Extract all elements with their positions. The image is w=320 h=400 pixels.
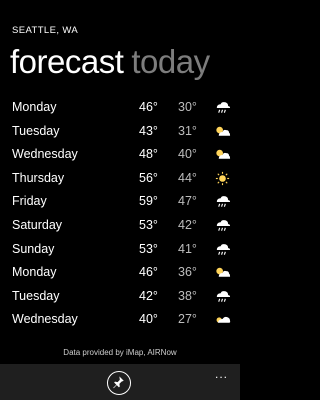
app-bar: ... (0, 364, 240, 400)
low-temp: 38° (178, 288, 197, 303)
day-label: Thursday (12, 170, 65, 185)
rain-icon (216, 243, 231, 255)
high-temp: 46° (139, 265, 158, 280)
high-temp: 42° (139, 288, 158, 303)
day-label: Tuesday (12, 123, 60, 138)
location-label: SEATTLE, WA (12, 25, 79, 36)
pivot-header: forecast today (10, 42, 210, 82)
day-label: Sunday (12, 241, 55, 256)
low-temp: 27° (178, 312, 197, 327)
low-temp: 41° (178, 241, 197, 256)
pin-button[interactable] (107, 371, 131, 395)
partly-sunny-icon (216, 149, 231, 159)
rain-icon (216, 220, 231, 231)
day-label: Saturday (12, 217, 63, 232)
day-label: Wednesday (12, 312, 78, 327)
tab-today[interactable]: today (131, 43, 210, 80)
high-temp: 48° (139, 147, 158, 162)
high-temp: 43° (139, 123, 158, 138)
rain-icon (216, 102, 231, 113)
low-temp: 36° (178, 265, 197, 280)
day-label: Tuesday (12, 288, 60, 303)
partly-sunny-icon (216, 267, 231, 277)
partly-sunny-icon (216, 126, 231, 136)
forecast-row: Tuesday 43° 31° (12, 120, 234, 144)
high-temp: 53° (139, 241, 158, 256)
forecast-row: Saturday 53° 42° (12, 214, 234, 238)
low-temp: 40° (178, 147, 197, 162)
low-temp: 44° (178, 170, 197, 185)
day-label: Friday (12, 194, 47, 209)
high-temp: 40° (139, 312, 158, 327)
day-label: Wednesday (12, 147, 78, 162)
tab-forecast[interactable]: forecast (10, 43, 124, 80)
high-temp: 46° (139, 100, 158, 114)
high-temp: 53° (139, 217, 158, 232)
forecast-row: Tuesday 42° 38° (12, 285, 234, 309)
partly-cloudy-icon (216, 317, 231, 324)
high-temp: 56° (139, 170, 158, 185)
forecast-row: Sunday 53° 41° (12, 238, 234, 262)
rain-icon (216, 196, 231, 208)
forecast-list: Monday 46° 30° Tuesday 43° 31° Wednesday… (12, 96, 234, 332)
low-temp: 31° (178, 123, 197, 138)
data-source-note: Data provided by iMap, AIRNow (63, 348, 177, 357)
low-temp: 47° (178, 194, 197, 209)
day-label: Monday (12, 265, 57, 280)
more-button[interactable]: ... (215, 367, 228, 381)
low-temp: 30° (178, 100, 197, 114)
sunny-icon (215, 171, 230, 185)
rain-icon (216, 290, 231, 302)
forecast-row: Wednesday 48° 40° (12, 143, 234, 167)
forecast-row: Wednesday 40° 27° (12, 308, 234, 332)
day-label: Monday (12, 100, 57, 114)
forecast-row: Monday 46° 30° (12, 96, 234, 120)
low-temp: 42° (178, 217, 197, 232)
forecast-row: Monday 46° 36° (12, 261, 234, 285)
pin-icon (113, 376, 124, 389)
forecast-row: Friday 59° 47° (12, 190, 234, 214)
high-temp: 59° (139, 194, 158, 209)
forecast-row: Thursday 56° 44° (12, 167, 234, 191)
